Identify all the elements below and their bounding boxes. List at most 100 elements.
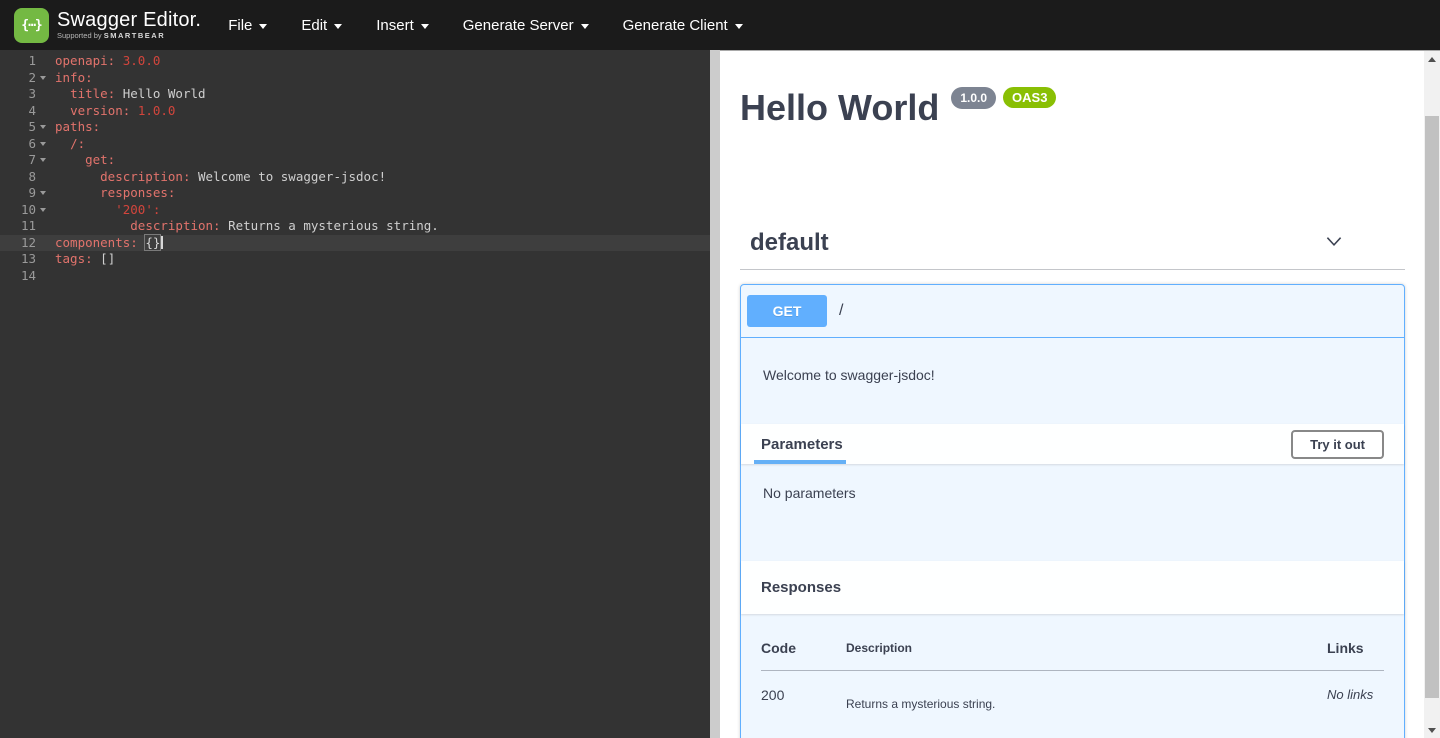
code-text: version: 1.0.0 (48, 103, 175, 120)
line-number: 3 (0, 86, 48, 103)
tag-name: default (750, 229, 829, 257)
opblock-summary[interactable]: GET / (741, 285, 1404, 338)
code-line: 10 '200': (0, 202, 710, 219)
fold-arrow-icon[interactable] (40, 125, 46, 129)
menu-edit[interactable]: Edit (301, 17, 342, 34)
topbar: {⋯} Swagger Editor. Supported by SMARTBE… (0, 0, 1440, 50)
code-line: 8 description: Welcome to swagger-jsdoc! (0, 169, 710, 186)
column-header-description: Description (846, 628, 1327, 671)
tag-section-default[interactable]: default (740, 219, 1405, 270)
chevron-down-icon (581, 24, 589, 29)
scroll-up-arrow-icon[interactable] (1424, 51, 1440, 67)
yaml-code-editor[interactable]: 1openapi: 3.0.02info:3 title: Hello Worl… (0, 50, 710, 738)
oas3-badge: OAS3 (1003, 87, 1056, 108)
code-line: 13tags: [] (0, 251, 710, 268)
fold-arrow-icon[interactable] (40, 142, 46, 146)
menu-insert-label: Insert (376, 17, 414, 34)
scrollbar-thumb[interactable] (1425, 116, 1439, 698)
api-title: Hello World (740, 87, 939, 128)
response-links: No links (1327, 671, 1384, 712)
code-text: description: Welcome to swagger-jsdoc! (48, 169, 386, 186)
chevron-down-icon (735, 24, 743, 29)
brand: Swagger Editor. Supported by SMARTBEAR (57, 10, 201, 40)
menu-generate-client-label: Generate Client (623, 17, 728, 34)
active-tab-underline (754, 460, 846, 464)
parameters-tab[interactable]: Parameters (761, 436, 843, 453)
scroll-down-arrow-icon[interactable] (1424, 722, 1440, 738)
method-get-badge: GET (747, 295, 827, 327)
code-text: components: {} (48, 235, 163, 252)
code-line: 4 version: 1.0.0 (0, 103, 710, 120)
menu-edit-label: Edit (301, 17, 327, 34)
code-line: 11 description: Returns a mysterious str… (0, 218, 710, 235)
swagger-logo-icon: {⋯} (14, 8, 49, 43)
menu-insert[interactable]: Insert (376, 17, 429, 34)
line-number: 7 (0, 152, 48, 169)
smartbear-text: SMARTBEAR (104, 31, 165, 40)
line-number: 6 (0, 136, 48, 153)
line-number: 8 (0, 169, 48, 186)
operation-path: / (839, 302, 843, 320)
chevron-down-icon (421, 24, 429, 29)
code-text: tags: [] (48, 251, 115, 268)
line-number: 10 (0, 202, 48, 219)
response-code: 200 (761, 671, 846, 712)
menubar: File Edit Insert Generate Server Generat… (228, 17, 743, 34)
column-header-links: Links (1327, 628, 1384, 671)
api-info: Hello World1.0.0OAS3 (740, 87, 1405, 163)
try-it-out-button[interactable]: Try it out (1291, 430, 1384, 459)
line-number: 5 (0, 119, 48, 136)
code-line: 14 (0, 268, 710, 285)
menu-generate-client[interactable]: Generate Client (623, 17, 743, 34)
pane-splitter[interactable] (710, 50, 720, 738)
opblock-get: GET / Welcome to swagger-jsdoc! Paramete… (740, 284, 1405, 738)
api-docs-panel: Hello World1.0.0OAS3 default GET / Welco… (720, 50, 1424, 738)
code-text: openapi: 3.0.0 (48, 53, 160, 70)
editor-lines: 1openapi: 3.0.02info:3 title: Hello Worl… (0, 53, 710, 284)
vertical-scrollbar[interactable] (1424, 50, 1440, 738)
line-number: 11 (0, 218, 48, 235)
responses-table-header-row: Code Description Links (761, 628, 1384, 671)
code-text: /: (48, 136, 85, 153)
code-text: description: Returns a mysterious string… (48, 218, 439, 235)
responses-body: Code Description Links 200 Returns a mys… (741, 614, 1404, 738)
code-text: info: (48, 70, 93, 87)
menu-file[interactable]: File (228, 17, 267, 34)
code-text: title: Hello World (48, 86, 206, 103)
fold-arrow-icon[interactable] (40, 208, 46, 212)
menu-file-label: File (228, 17, 252, 34)
response-row-200: 200 Returns a mysterious string. No link… (761, 671, 1384, 712)
code-text: get: (48, 152, 115, 169)
text-cursor (161, 236, 163, 249)
chevron-down-icon (259, 24, 267, 29)
line-number: 2 (0, 70, 48, 87)
operation-description: Welcome to swagger-jsdoc! (741, 338, 1404, 424)
code-line: 12components: {} (0, 235, 710, 252)
code-line: 2info: (0, 70, 710, 87)
parameters-header: Parameters Try it out (741, 424, 1404, 464)
fold-arrow-icon[interactable] (40, 158, 46, 162)
code-text: responses: (48, 185, 175, 202)
fold-arrow-icon[interactable] (40, 191, 46, 195)
no-parameters-message: No parameters (741, 464, 1404, 561)
menu-generate-server[interactable]: Generate Server (463, 17, 589, 34)
line-number: 13 (0, 251, 48, 268)
line-number: 1 (0, 53, 48, 70)
chevron-down-icon (334, 24, 342, 29)
code-line: 7 get: (0, 152, 710, 169)
code-text: '200': (48, 202, 160, 219)
responses-title: Responses (761, 579, 841, 596)
code-line: 6 /: (0, 136, 710, 153)
line-number: 9 (0, 185, 48, 202)
responses-table: Code Description Links 200 Returns a mys… (761, 628, 1384, 711)
swagger-braces-icon: {⋯} (21, 18, 41, 33)
code-text: paths: (48, 119, 100, 136)
menu-generate-server-label: Generate Server (463, 17, 574, 34)
main-split: 1openapi: 3.0.02info:3 title: Hello Worl… (0, 50, 1440, 738)
fold-arrow-icon[interactable] (40, 76, 46, 80)
code-line: 9 responses: (0, 185, 710, 202)
responses-header: Responses (741, 561, 1404, 614)
response-description: Returns a mysterious string. (846, 671, 1327, 712)
code-line: 1openapi: 3.0.0 (0, 53, 710, 70)
chevron-down-icon[interactable] (1323, 230, 1345, 257)
